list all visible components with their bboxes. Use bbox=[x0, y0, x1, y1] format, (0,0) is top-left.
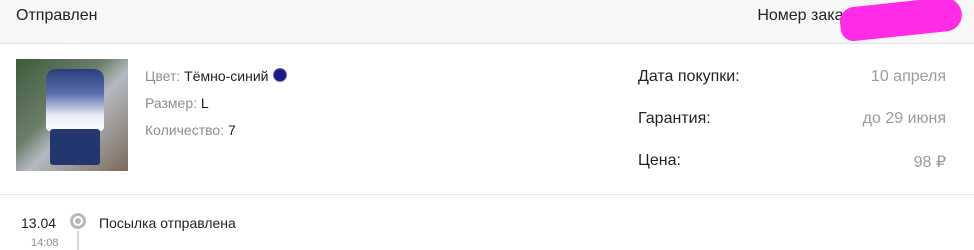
attr-color-value: Тёмно-синий bbox=[184, 68, 269, 84]
attr-quantity: Количество: 7 bbox=[145, 117, 287, 144]
purchase-date-label: Дата покупки: bbox=[638, 68, 740, 85]
color-swatch-icon bbox=[272, 68, 287, 82]
product-attributes: Цвет: Тёмно-синий Размер: L Количество: … bbox=[145, 63, 287, 144]
info-row-price: Цена: 98 ₽ bbox=[638, 152, 946, 194]
shorts-shape bbox=[50, 129, 100, 165]
shirt-shape bbox=[46, 69, 104, 131]
warranty-value: до 29 июня bbox=[862, 110, 946, 127]
price-label: Цена: bbox=[638, 152, 681, 169]
attr-size-value: L bbox=[200, 95, 209, 111]
order-header: Отправлен Номер заказа: bbox=[0, 0, 974, 44]
order-info: Дата покупки: 10 апреля Гарантия: до 29 … bbox=[638, 68, 946, 194]
attr-quantity-value: 7 bbox=[227, 122, 236, 138]
order-status: Отправлен bbox=[16, 7, 98, 24]
attr-color-label: Цвет: bbox=[145, 68, 181, 84]
tracking-timeline: 13.04 14:08 Посылка отправлена bbox=[0, 195, 974, 250]
redaction-mark bbox=[838, 0, 964, 43]
product-image[interactable] bbox=[16, 59, 128, 171]
timeline-date: 13.04 bbox=[21, 215, 57, 231]
attr-size: Размер: L bbox=[145, 90, 287, 117]
timeline-event: Посылка отправлена bbox=[99, 215, 236, 231]
attr-color: Цвет: Тёмно-синий bbox=[145, 63, 287, 90]
info-row-purchase-date: Дата покупки: 10 апреля bbox=[638, 68, 946, 110]
warranty-label: Гарантия: bbox=[638, 110, 711, 127]
attr-quantity-label: Количество: bbox=[145, 122, 225, 138]
info-row-warranty: Гарантия: до 29 июня bbox=[638, 110, 946, 152]
price-value: 98 ₽ bbox=[913, 154, 946, 171]
product-card: Цвет: Тёмно-синий Размер: L Количество: … bbox=[0, 44, 974, 194]
purchase-date-value: 10 апреля bbox=[870, 68, 946, 85]
attr-size-label: Размер: bbox=[145, 95, 198, 111]
timeline-node-icon bbox=[70, 213, 86, 229]
timeline-connector bbox=[77, 231, 79, 250]
timeline-time: 14:08 bbox=[31, 237, 59, 249]
